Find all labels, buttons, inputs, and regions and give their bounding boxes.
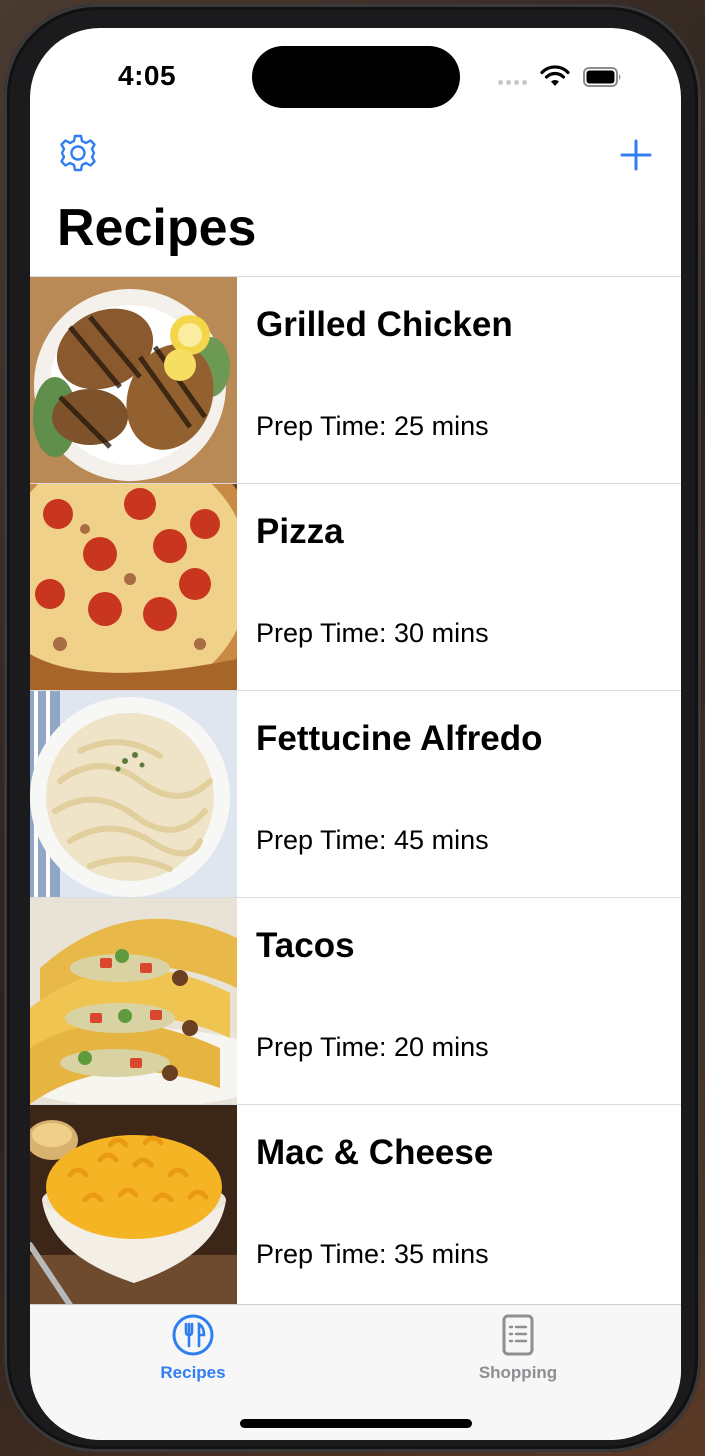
list-clipboard-icon bbox=[502, 1314, 534, 1356]
tab-recipes[interactable]: Recipes bbox=[113, 1313, 273, 1383]
gear-icon[interactable] bbox=[58, 133, 98, 173]
recipe-name: Pizza bbox=[256, 512, 344, 551]
recipe-name: Mac & Cheese bbox=[256, 1133, 494, 1172]
recipe-image-grilled-chicken bbox=[30, 277, 237, 483]
recipe-row-tacos[interactable]: Tacos Prep Time: 20 mins bbox=[30, 898, 681, 1105]
recipe-name: Tacos bbox=[256, 926, 355, 965]
recipe-image-fettucine-alfredo bbox=[30, 691, 237, 897]
plus-icon[interactable] bbox=[619, 138, 653, 172]
tab-shopping[interactable]: Shopping bbox=[438, 1313, 598, 1383]
recipe-list: Grilled Chicken Prep Time: 25 mins Pizza… bbox=[30, 276, 681, 1312]
wifi-icon bbox=[540, 65, 570, 86]
cellular-signal-icon bbox=[498, 80, 527, 85]
tab-label: Recipes bbox=[160, 1363, 226, 1382]
recipe-prep-time: Prep Time: 30 mins bbox=[256, 618, 489, 648]
device-background: 4:05 Recipes Grilled Chicken Prep Time: … bbox=[0, 0, 705, 1456]
dynamic-island bbox=[252, 46, 460, 108]
recipe-image-pizza bbox=[30, 484, 237, 690]
recipe-row-pizza[interactable]: Pizza Prep Time: 30 mins bbox=[30, 484, 681, 691]
recipe-image-mac-and-cheese bbox=[30, 1105, 237, 1311]
recipe-prep-time: Prep Time: 35 mins bbox=[256, 1239, 489, 1269]
recipe-row-fettucine-alfredo[interactable]: Fettucine Alfredo Prep Time: 45 mins bbox=[30, 691, 681, 898]
phone-frame: 4:05 Recipes Grilled Chicken Prep Time: … bbox=[4, 4, 701, 1452]
recipe-prep-time: Prep Time: 25 mins bbox=[256, 411, 489, 441]
page-title: Recipes bbox=[57, 199, 257, 257]
recipe-name: Fettucine Alfredo bbox=[256, 719, 543, 758]
recipe-name: Grilled Chicken bbox=[256, 305, 513, 344]
home-indicator[interactable] bbox=[240, 1419, 472, 1428]
recipe-prep-time: Prep Time: 20 mins bbox=[256, 1032, 489, 1062]
recipe-prep-time: Prep Time: 45 mins bbox=[256, 825, 489, 855]
tab-label: Shopping bbox=[478, 1363, 558, 1382]
recipe-image-tacos bbox=[30, 898, 237, 1104]
status-time: 4:05 bbox=[118, 60, 177, 91]
app-screen: 4:05 Recipes Grilled Chicken Prep Time: … bbox=[30, 28, 681, 1440]
battery-icon bbox=[583, 67, 621, 87]
recipe-row-mac-and-cheese[interactable]: Mac & Cheese Prep Time: 35 mins bbox=[30, 1105, 681, 1312]
status-bar: 4:05 bbox=[30, 28, 681, 128]
recipe-row-grilled-chicken[interactable]: Grilled Chicken Prep Time: 25 mins bbox=[30, 277, 681, 484]
fork-knife-icon bbox=[172, 1314, 214, 1356]
